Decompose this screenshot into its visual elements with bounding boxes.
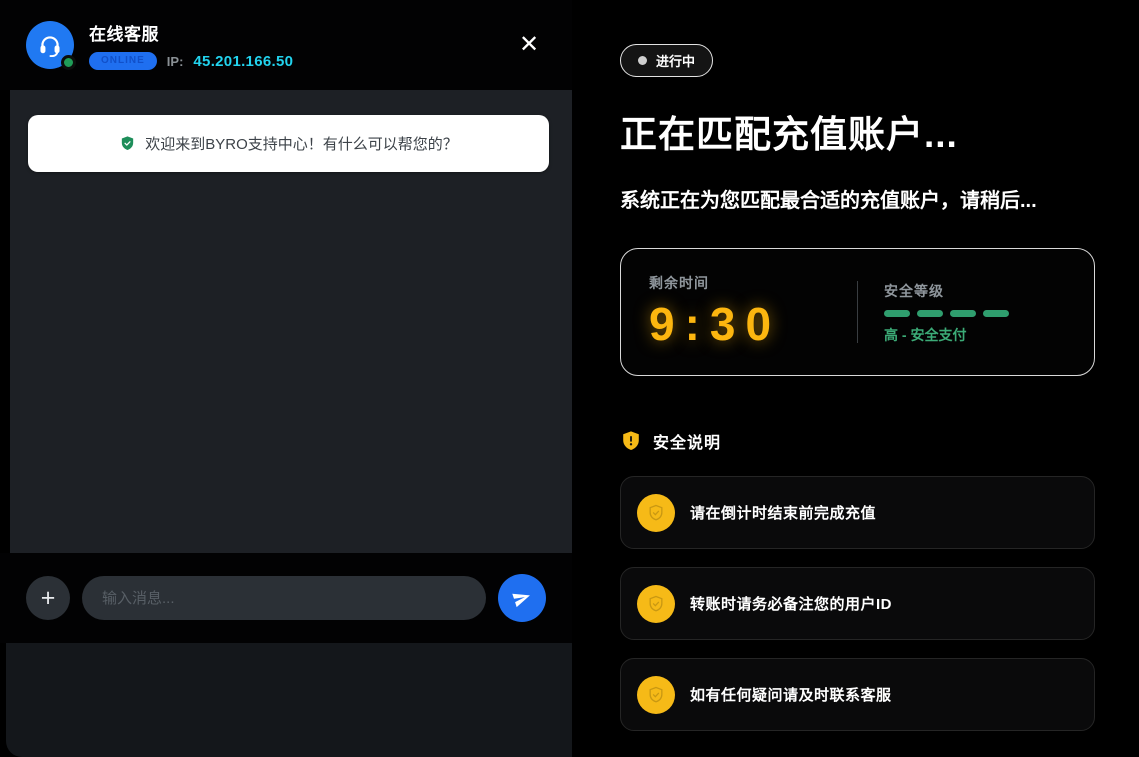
security-level-label: 安全等级 [884,281,1009,301]
shield-circle-icon [637,494,675,532]
tip-card: 转账时请务必备注您的用户ID [620,567,1095,640]
page-title: 正在匹配充值账户... [620,104,1095,158]
status-badge-label: 进行中 [656,51,695,70]
level-bar [884,310,910,317]
tip-text: 转账时请务必备注您的用户ID [690,593,892,614]
security-section-header: 安全说明 [620,429,1095,453]
security-level-block: 安全等级 高 - 安全支付 [884,279,1009,345]
timer-card: 剩余时间 9:30 安全等级 高 - 安全支付 [620,248,1095,376]
page-subtitle: 系统正在为您匹配最合适的充值账户，请稍后... [620,184,1095,213]
ip-value: 45.201.166.50 [193,53,293,70]
shield-circle-icon [637,676,675,714]
countdown-label: 剩余时间 [649,273,857,293]
tip-card: 如有任何疑问请及时联系客服 [620,658,1095,731]
message-input[interactable] [82,576,486,620]
vertical-divider [857,281,858,343]
agent-info: 在线客服 ONLINE IP: 45.201.166.50 [89,20,512,70]
online-badge: ONLINE [89,52,157,70]
chat-subheader: ONLINE IP: 45.201.166.50 [89,52,512,70]
chat-header: 在线客服 ONLINE IP: 45.201.166.50 ✕ [0,0,572,90]
status-dot-icon [638,56,647,65]
security-tips-list: 请在倒计时结束前完成充值 转账时请务必备注您的用户ID [620,476,1095,731]
ip-label: IP: [167,54,184,69]
tip-card: 请在倒计时结束前完成充值 [620,476,1095,549]
shield-alert-icon [620,430,642,452]
countdown-block: 剩余时间 9:30 [649,273,857,351]
welcome-message-text: 欢迎来到BYRO支持中心！有什么可以帮您的？ [145,133,458,154]
agent-avatar [26,21,74,69]
status-badge: 进行中 [620,44,713,77]
chat-panel: 在线客服 ONLINE IP: 45.201.166.50 ✕ 欢迎来到BYRO… [0,0,574,757]
chat-input-bar: + [0,553,572,643]
paper-plane-icon [512,588,532,608]
security-level-value: 高 - 安全支付 [884,325,1009,345]
countdown-value: 9:30 [649,297,857,351]
match-panel: 进行中 正在匹配充值账户... 系统正在为您匹配最合适的充值账户，请稍后... … [574,0,1137,757]
attach-plus-button[interactable]: + [26,576,70,620]
welcome-message-bubble: 欢迎来到BYRO支持中心！有什么可以帮您的？ [28,115,549,172]
close-icon[interactable]: ✕ [512,28,546,62]
chat-title: 在线客服 [89,20,512,45]
tip-text: 如有任何疑问请及时联系客服 [690,684,892,705]
send-button[interactable] [498,574,546,622]
online-status-dot [61,55,76,70]
page-background-panel [6,643,572,757]
chat-message-area: 欢迎来到BYRO支持中心！有什么可以帮您的？ [10,90,572,553]
level-bar [983,310,1009,317]
shield-check-icon [119,135,136,152]
level-bar [950,310,976,317]
level-bar [917,310,943,317]
app-root: 在线客服 ONLINE IP: 45.201.166.50 ✕ 欢迎来到BYRO… [0,0,1139,757]
shield-circle-icon [637,585,675,623]
security-section-title: 安全说明 [653,429,721,453]
tip-text: 请在倒计时结束前完成充值 [690,502,876,523]
security-level-bars [884,310,1009,317]
